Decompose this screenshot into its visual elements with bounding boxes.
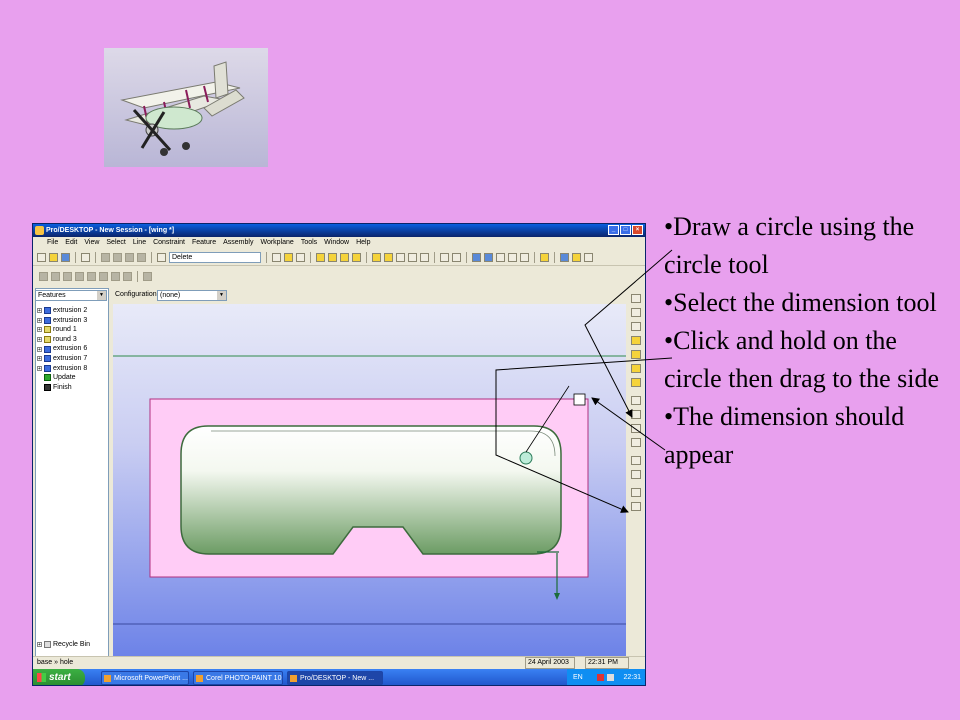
arrow-to-dimension-tool xyxy=(495,357,673,513)
annotation-arrows xyxy=(495,249,673,513)
arrow-to-drag-point xyxy=(591,397,666,451)
arrow-to-circle-tool xyxy=(584,249,673,418)
